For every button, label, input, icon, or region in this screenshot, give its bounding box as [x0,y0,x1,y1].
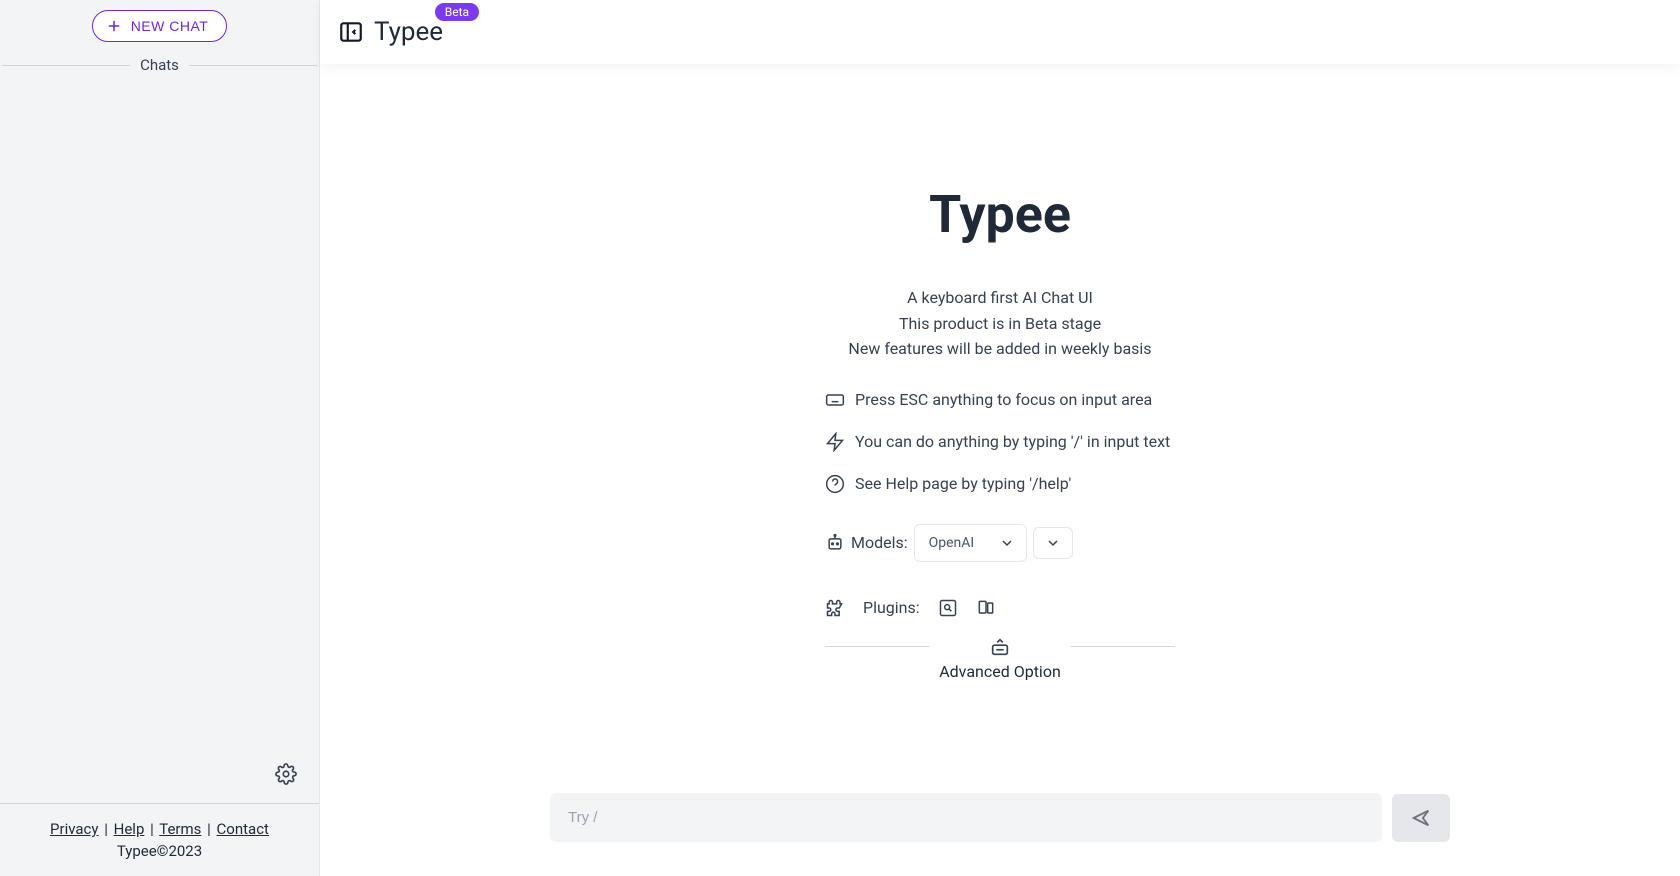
chats-section-label: Chats [140,56,179,74]
tip-esc: Press ESC anything to focus on input are… [825,390,1175,410]
subtitle: A keyboard first AI Chat UI This product… [848,285,1151,362]
search-page-icon[interactable] [938,598,958,618]
beta-badge: Beta [435,3,479,21]
tip-help: See Help page by typing '/help' [825,474,1175,494]
new-chat-button[interactable]: NEW CHAT [92,10,228,42]
new-chat-label: NEW CHAT [131,18,209,34]
model-name-select[interactable] [1033,527,1073,559]
tip-slash: You can do anything by typing '/' in inp… [825,432,1175,452]
keyboard-icon [825,390,845,410]
help-icon [825,474,845,494]
plus-icon [105,17,123,35]
compare-icon[interactable] [976,598,996,618]
subtitle-line-2: This product is in Beta stage [848,311,1151,337]
chevron-down-icon [1048,538,1058,548]
advanced-option[interactable]: Advanced Option [825,636,1175,681]
contact-link[interactable]: Contact [217,820,269,838]
brand: Typee Beta [374,17,443,47]
advanced-option-label: Advanced Option [939,662,1061,681]
models-row: Models: OpenAI [825,524,1175,562]
copyright: Typee©2023 [0,842,319,876]
bolt-icon [825,432,845,452]
plugins-row: Plugins: [825,598,1175,618]
main: Typee Beta Typee A keyboard first AI Cha… [320,0,1680,876]
chevron-down-icon [1002,538,1012,548]
tip-help-text: See Help page by typing '/help' [855,474,1071,493]
model-provider-value: OpenAI [929,535,975,551]
terms-link[interactable]: Terms [159,820,201,838]
send-button[interactable] [1392,794,1450,842]
model-provider-select[interactable]: OpenAI [914,524,1028,562]
tip-slash-text: You can do anything by typing '/' in inp… [855,432,1170,451]
gear-icon[interactable] [275,763,297,785]
content: Typee A keyboard first AI Chat UI This p… [320,64,1680,767]
models-label: Models: [851,533,908,552]
privacy-link[interactable]: Privacy [50,820,98,838]
sidebar-toggle-icon[interactable] [338,19,364,45]
help-link[interactable]: Help [114,820,145,838]
send-icon [1410,807,1432,829]
page-title: Typee [929,184,1071,245]
plugins-label: Plugins: [863,598,920,617]
subtitle-line-1: A keyboard first AI Chat UI [848,285,1151,311]
topbar: Typee Beta [320,0,1680,64]
extension-icon [825,598,845,618]
chat-input[interactable] [550,793,1382,842]
expand-up-icon [989,636,1011,658]
robot-icon [825,533,845,553]
sidebar: NEW CHAT Chats Privacy | Help | Terms | … [0,0,320,876]
input-bar [320,767,1680,876]
footer-links: Privacy | Help | Terms | Contact [0,804,319,842]
subtitle-line-3: New features will be added in weekly bas… [848,336,1151,362]
tip-esc-text: Press ESC anything to focus on input are… [855,390,1152,409]
brand-name: Typee [374,17,443,47]
